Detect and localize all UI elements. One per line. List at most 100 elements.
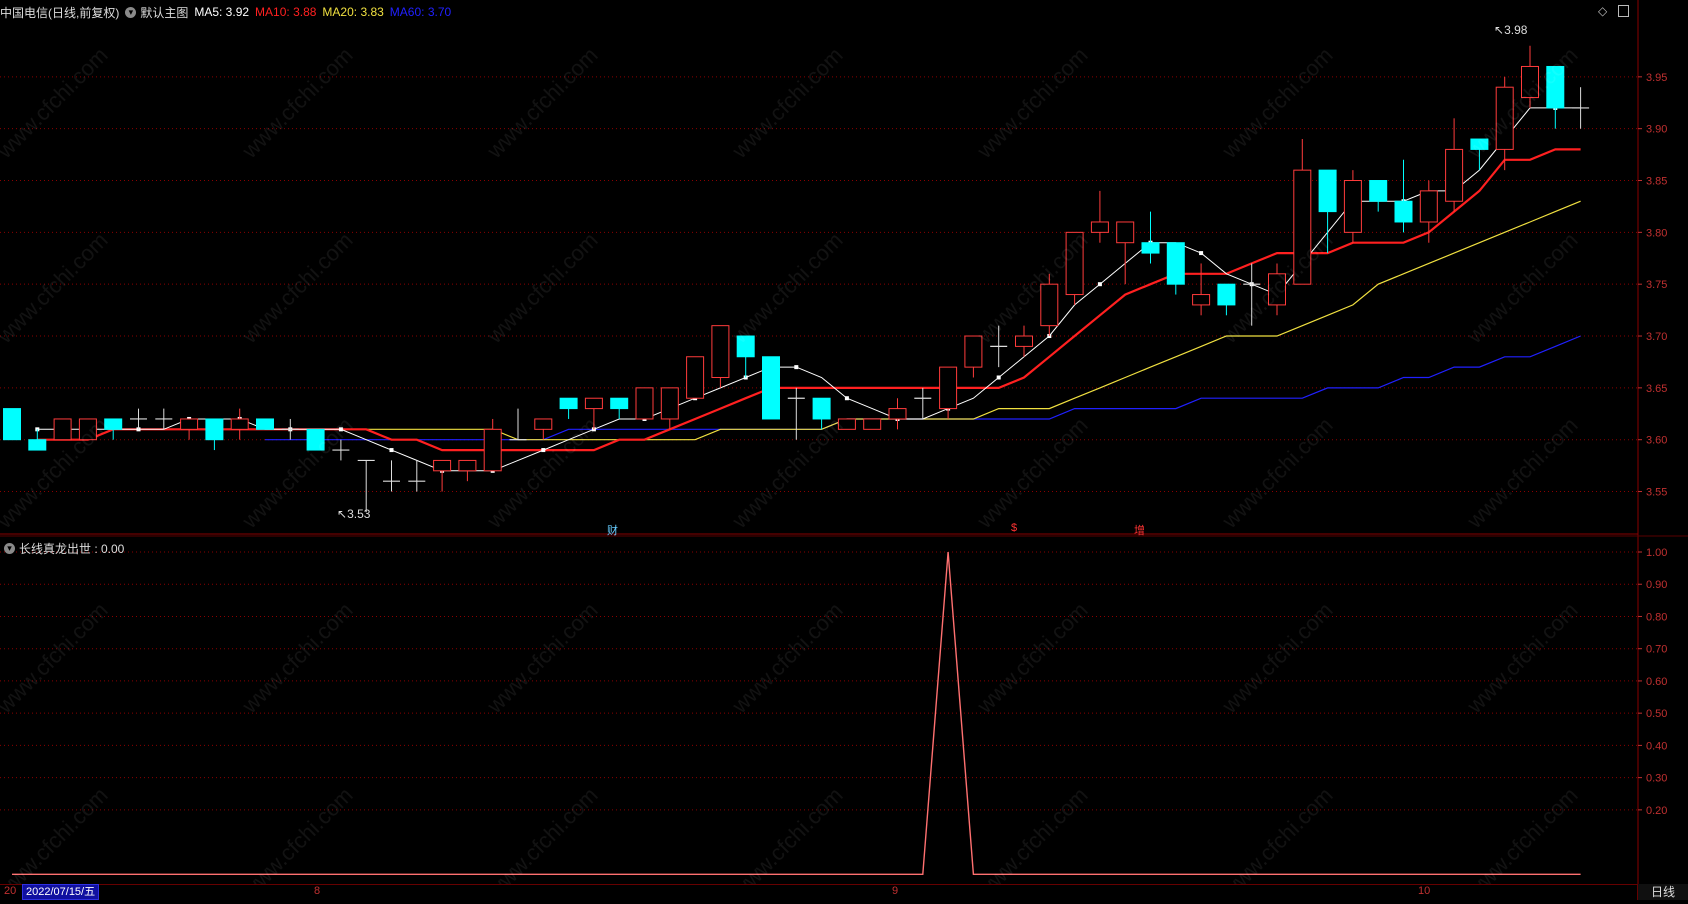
candle: [281, 418, 299, 440]
candle: [509, 408, 527, 441]
stock-title[interactable]: 中国电信(日线,前复权): [0, 4, 119, 21]
ma5-point: [389, 448, 394, 453]
candle-up-body: [964, 335, 983, 368]
period-selector[interactable]: 日线: [1637, 884, 1688, 900]
candle: [660, 387, 679, 430]
candle: [155, 408, 173, 430]
dropdown-icon[interactable]: ▾: [125, 6, 137, 18]
indicator-tick-label: 1.00: [1646, 547, 1667, 559]
candle-up-body: [1116, 221, 1135, 244]
month-label-10: 10: [1418, 885, 1431, 897]
candle: [812, 397, 831, 430]
candle-down-body: [3, 408, 21, 441]
candle-up-body: [1343, 180, 1362, 233]
indicator-tick-label: 0.40: [1646, 740, 1667, 752]
ma20-label: MA20: 3.83: [322, 5, 384, 19]
candle-up-body: [1445, 148, 1464, 202]
candle-down-body: [559, 397, 578, 410]
candle-up-body: [1090, 221, 1109, 233]
candle: [3, 408, 21, 441]
candle: [332, 439, 350, 461]
candle: [408, 460, 426, 492]
indicator-header: ▾ 长线真龙出世 : 0.00: [0, 536, 130, 560]
candle-down-body: [104, 418, 123, 430]
indicator-tick-label: 0.30: [1646, 773, 1667, 785]
candle-up-body: [1065, 231, 1084, 296]
candle-down-body: [1141, 242, 1160, 254]
ma5-point: [541, 448, 546, 453]
candle-up-body: [888, 408, 907, 420]
candle: [483, 418, 502, 472]
candle-up-body: [686, 356, 705, 399]
candle-down-body: [1369, 180, 1388, 202]
diamond-icon[interactable]: ◇: [1598, 4, 1607, 18]
candle: [28, 429, 47, 451]
ma5-point: [794, 365, 799, 370]
event-marker-cai[interactable]: 财: [607, 522, 618, 538]
candle: [762, 356, 780, 420]
candle: [534, 418, 553, 440]
candle-up-body: [711, 325, 730, 378]
indicator-tick-label: 0.20: [1646, 805, 1667, 817]
candle-down-body: [306, 428, 325, 451]
candle: [584, 397, 603, 430]
price-tick-label: 3.80: [1646, 227, 1667, 239]
main-chart-label[interactable]: 默认主图: [140, 4, 188, 21]
candle-down-body: [610, 397, 629, 410]
candle-down-body: [1394, 200, 1413, 223]
candle-up-body: [180, 418, 199, 430]
candle: [1243, 263, 1261, 326]
restore-window-icon[interactable]: [1618, 5, 1629, 17]
candle: [1546, 65, 1565, 129]
candle-down-body: [1470, 138, 1489, 150]
candle-down-body: [762, 356, 780, 420]
candle: [205, 418, 224, 451]
candle: [1343, 170, 1362, 243]
indicator-label[interactable]: 长线真龙出世 : 0.00: [19, 540, 124, 557]
candle: [736, 335, 755, 378]
event-marker-dollar[interactable]: $: [1011, 522, 1017, 534]
candle-up-body: [635, 387, 654, 420]
candle: [1192, 263, 1211, 316]
candle: [130, 408, 147, 430]
candle: [230, 408, 249, 440]
ma5-line: [37, 107, 1581, 472]
candle-up-body: [1015, 335, 1033, 347]
chart-canvas[interactable]: 3.95 3.90 3.85 3.80 3.75 3.70 3.65 3.60 3.55 1.00…: [0, 0, 1688, 900]
event-marker-zeng[interactable]: 增: [1134, 522, 1145, 538]
candle-up-body: [1293, 169, 1312, 285]
candle-up-body: [433, 459, 452, 472]
grid-layer: [0, 0, 1688, 884]
candlestick-layer: [3, 45, 1590, 513]
ma5-label: MA5: 3.92: [194, 5, 250, 19]
ma10-label: MA10: 3.88: [255, 5, 317, 19]
candle-down-body: [256, 418, 274, 430]
candle: [433, 459, 452, 492]
candle: [1318, 169, 1337, 254]
candle-down-body: [736, 335, 755, 358]
indicator-dropdown-icon[interactable]: ▾: [4, 542, 15, 554]
candle-down-body: [812, 397, 831, 420]
candle: [1217, 283, 1236, 316]
candle: [1394, 159, 1413, 233]
price-tick-label: 3.90: [1646, 124, 1667, 136]
candle-down-body: [28, 439, 47, 451]
indicator-tick-label: 0.80: [1646, 611, 1667, 623]
candle-up-body: [53, 418, 72, 441]
price-tick-label: 3.70: [1646, 331, 1667, 343]
candle-up-body: [1040, 283, 1059, 327]
price-tick-label: 3.55: [1646, 487, 1667, 499]
candle-down-body: [1166, 242, 1185, 285]
indicator-tick-label: 0.70: [1646, 644, 1667, 656]
candle-down-body: [1217, 283, 1236, 306]
candle-up-body: [1419, 190, 1438, 223]
price-tick-label: 3.85: [1646, 176, 1667, 188]
candle: [1166, 242, 1185, 295]
current-date-box: 2022/07/15/五: [22, 884, 100, 900]
candle: [1141, 211, 1160, 264]
candle: [1116, 221, 1135, 285]
candle: [306, 428, 325, 451]
candle-up-body: [1521, 65, 1539, 99]
indicator-tick-label: 0.60: [1646, 676, 1667, 688]
candle: [256, 418, 274, 430]
